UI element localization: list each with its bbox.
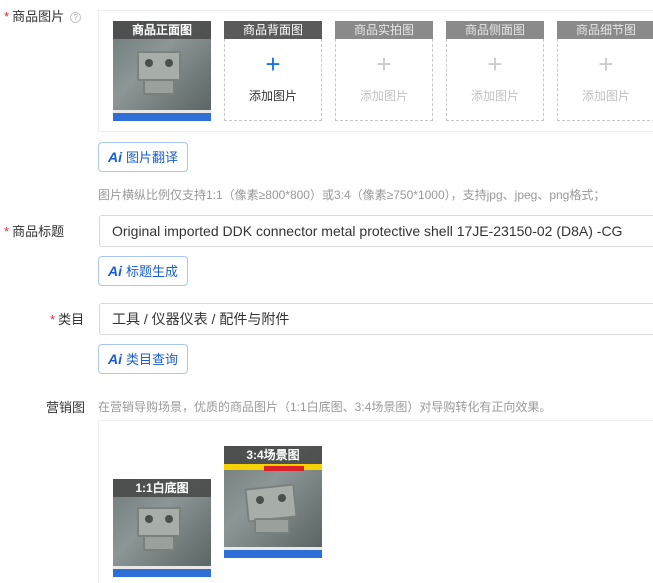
add-image-area[interactable]: + 添加图片 <box>224 39 322 121</box>
marketing-image-title: 1:1白底图 <box>113 479 211 497</box>
product-images-label: * 商品图片? <box>4 6 82 25</box>
add-image-area: + 添加图片 <box>335 39 433 121</box>
image-slot-detail: 商品细节图 + 添加图片 <box>557 21 653 121</box>
plus-icon: + <box>598 49 614 79</box>
image-slot-side: 商品侧面图 + 添加图片 <box>446 21 544 121</box>
required-mark: * <box>50 312 56 327</box>
add-image-label: 添加图片 <box>248 89 297 103</box>
marketing-square-image[interactable]: 1:1白底图 <box>113 479 211 577</box>
marketing-scene-image[interactable]: 3:4场景图 <box>224 446 322 576</box>
add-image-area: + 添加图片 <box>557 39 653 121</box>
image-format-hint: 图片横纵比例仅支持1:1（像素≥800*800）或3:4（像素≥750*1000… <box>98 188 606 202</box>
plus-icon: + <box>376 49 392 79</box>
ai-icon: Ai <box>108 351 122 367</box>
required-mark: * <box>4 9 10 24</box>
marketing-label: 营销图 <box>46 400 86 415</box>
image-slot-back[interactable]: 商品背面图 + 添加图片 <box>224 21 322 121</box>
product-title-label: * 商品标题 <box>4 224 65 239</box>
plus-icon: + <box>487 49 503 79</box>
add-image-label: 添加图片 <box>581 89 630 103</box>
slot-title: 商品背面图 <box>224 21 322 39</box>
required-mark: * <box>4 224 10 239</box>
product-title-input[interactable]: Original imported DDK connector metal pr… <box>99 215 653 247</box>
category-query-button[interactable]: Ai 类目查询 <box>98 344 189 374</box>
add-image-label: 添加图片 <box>470 89 519 103</box>
ai-icon: Ai <box>108 263 122 279</box>
title-generate-button[interactable]: Ai 标题生成 <box>98 256 189 286</box>
question-circle-icon[interactable]: ? <box>70 12 82 23</box>
plus-icon: + <box>265 49 281 79</box>
marketing-images-panel: 1:1白底图 3:4场景图 <box>98 420 653 583</box>
marketing-hint: 在营销导购场景，优质的商品图片（1:1白底图、3:4场景图）对导购转化有正向效果… <box>98 400 552 414</box>
marketing-image-title: 3:4场景图 <box>224 446 322 464</box>
ai-icon: Ai <box>108 149 122 165</box>
add-image-area: + 添加图片 <box>446 39 544 121</box>
category-label: * 类目 <box>50 312 85 327</box>
add-image-label: 添加图片 <box>359 89 408 103</box>
image-translate-button[interactable]: Ai 图片翻译 <box>98 142 189 172</box>
product-images-panel: 商品正面图 商品背面图 + 添加图片 商品实拍图 + 添加图片 商品侧面图 + … <box>98 10 653 132</box>
product-front-photo[interactable]: 商品正面图 <box>113 21 211 121</box>
category-input[interactable]: 工具 / 仪器仪表 / 配件与附件 <box>99 303 653 335</box>
slot-title: 商品实拍图 <box>335 21 433 39</box>
slot-title: 商品侧面图 <box>446 21 544 39</box>
slot-title: 商品细节图 <box>557 21 653 39</box>
image-slot-real: 商品实拍图 + 添加图片 <box>335 21 433 121</box>
image-slot-front[interactable]: 商品正面图 <box>113 21 211 121</box>
slot-title: 商品正面图 <box>113 21 211 39</box>
